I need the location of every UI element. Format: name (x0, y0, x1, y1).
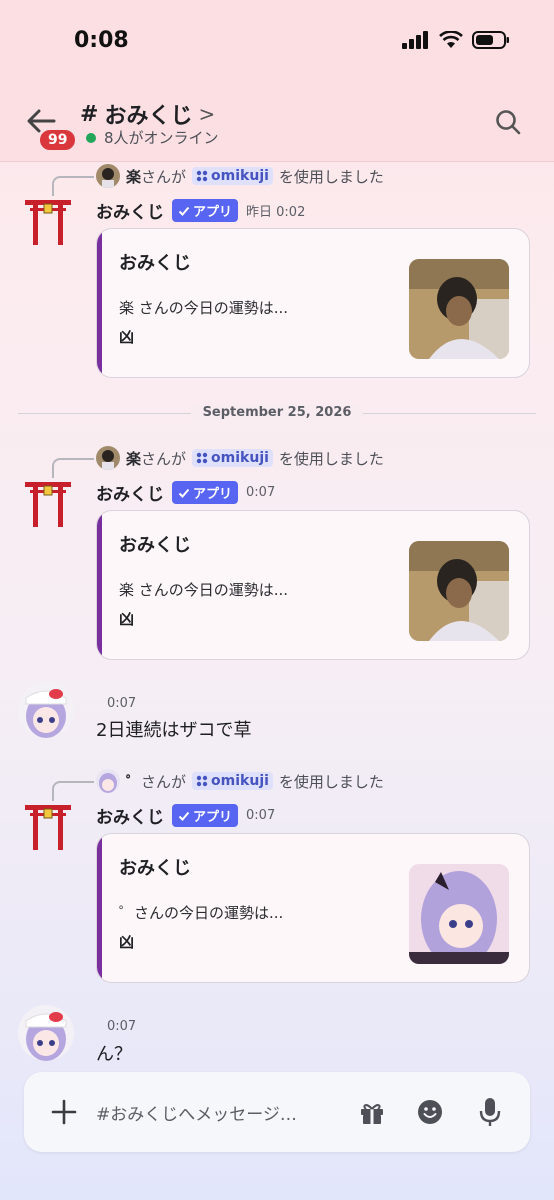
microphone-icon[interactable] (476, 1096, 504, 1128)
reply-user: 楽 (126, 449, 142, 468)
app-command-icon (196, 452, 208, 464)
gift-icon[interactable] (358, 1098, 386, 1126)
reply-user: ゜ (126, 772, 142, 791)
app-badge: アプリ (172, 199, 239, 222)
plus-icon[interactable] (50, 1098, 78, 1126)
embed-thumbnail[interactable] (409, 259, 509, 359)
reply-text: さんが (141, 772, 187, 791)
signal-icon (402, 31, 428, 49)
embed-fortune: 凶 (119, 610, 135, 628)
reply-connector (52, 781, 94, 801)
user-avatar-icon (96, 446, 120, 470)
command-reply[interactable]: ゜さんが omikuji を使用しました (96, 769, 384, 793)
user-avatar[interactable] (18, 682, 74, 738)
message-header: おみくじ アプリ 0:07 (96, 480, 275, 505)
message-text: ん？ (96, 1044, 132, 1065)
online-status: 8人がオンライン (86, 127, 219, 148)
embed-title: おみくじ (119, 858, 191, 879)
online-count: 8人がオンライン (104, 129, 219, 147)
message-text: 2日連続はザコで草 (96, 720, 252, 741)
embed-description: 楽 さんの今日の運勢は... (119, 299, 289, 317)
embed-title: おみくじ (119, 253, 191, 274)
torii-avatar-icon[interactable] (23, 477, 73, 527)
check-icon (178, 811, 190, 821)
wifi-icon (439, 31, 463, 48)
check-icon (178, 488, 190, 498)
channel-header: 0:08 99 # おみくじ > 8人がオンライン (0, 0, 554, 162)
command-reply[interactable]: 楽さんが omikuji を使用しました (96, 446, 384, 470)
embed-thumbnail[interactable] (409, 864, 509, 964)
command-name: omikuji (211, 773, 269, 789)
message-input[interactable]: #おみくじへメッセージ… (96, 1100, 297, 1125)
unread-badge: 99 (38, 128, 78, 152)
app-badge: アプリ (172, 804, 239, 827)
channel-title[interactable]: # おみくじ > (80, 98, 215, 130)
slash-command-tag[interactable]: omikuji (192, 167, 273, 185)
fortune-embed[interactable]: おみくじ 楽 さんの今日の運勢は... 凶 (96, 228, 530, 378)
torii-avatar-icon[interactable] (23, 800, 73, 850)
embed-thumbnail[interactable] (409, 541, 509, 641)
date-divider: September 25, 2026 (0, 405, 554, 420)
reply-connector (52, 176, 94, 196)
message-header: おみくじ アプリ 昨日 0:02 (96, 198, 305, 223)
app-command-icon (196, 775, 208, 787)
reply-text: さんが (141, 449, 187, 468)
embed-description: ゜さんの今日の運勢は... (119, 904, 284, 922)
emoji-icon[interactable] (416, 1098, 444, 1126)
embed-accent-bar (97, 834, 102, 982)
message-timestamp: 0:07 (107, 696, 137, 711)
slash-command-tag[interactable]: omikuji (192, 772, 273, 790)
channel-hash-icon: # (80, 101, 99, 127)
app-command-icon (196, 170, 208, 182)
message-header: おみくじ アプリ 0:07 (96, 803, 275, 828)
channel-name: おみくじ (104, 104, 193, 129)
search-icon[interactable] (494, 108, 522, 136)
message-timestamp: 0:07 (246, 808, 276, 823)
reply-text-end: を使用しました (278, 772, 384, 791)
online-dot-icon (86, 132, 96, 143)
message-timestamp: 0:07 (107, 1019, 137, 1034)
command-name: omikuji (211, 450, 269, 466)
embed-fortune: 凶 (119, 933, 135, 951)
app-badge: アプリ (172, 481, 239, 504)
message-timestamp: 昨日 0:02 (246, 205, 306, 220)
embed-title: おみくじ (119, 535, 191, 556)
author-name[interactable]: おみくじ (96, 480, 164, 505)
torii-avatar-icon[interactable] (23, 195, 73, 245)
reply-text-end: を使用しました (278, 449, 384, 468)
check-icon (178, 206, 190, 216)
embed-description: 楽 さんの今日の運勢は... (119, 581, 289, 599)
author-name[interactable]: おみくじ (96, 198, 164, 223)
slash-command-tag[interactable]: omikuji (192, 449, 273, 467)
fortune-embed[interactable]: おみくじ ゜さんの今日の運勢は... 凶 (96, 833, 530, 983)
user-avatar[interactable] (18, 1005, 74, 1061)
status-icons (402, 31, 510, 49)
battery-icon (472, 31, 509, 49)
embed-fortune: 凶 (119, 328, 135, 346)
reply-text-end: を使用しました (278, 167, 384, 186)
author-name[interactable]: おみくじ (96, 803, 164, 828)
embed-accent-bar (97, 511, 102, 659)
embed-accent-bar (97, 229, 102, 377)
reply-text: さんが (141, 167, 187, 186)
status-time: 0:08 (74, 28, 129, 53)
command-name: omikuji (211, 168, 269, 184)
user-avatar-icon (96, 164, 120, 188)
reply-user: 楽 (126, 167, 142, 186)
reply-connector (52, 458, 94, 478)
command-reply[interactable]: 楽さんが omikuji を使用しました (96, 164, 384, 188)
message-timestamp: 0:07 (246, 485, 276, 500)
user-avatar-icon (96, 769, 120, 793)
message-composer: #おみくじへメッセージ… (24, 1072, 530, 1152)
fortune-embed[interactable]: おみくじ 楽 さんの今日の運勢は... 凶 (96, 510, 530, 660)
chevron-right-icon: > (198, 102, 216, 126)
